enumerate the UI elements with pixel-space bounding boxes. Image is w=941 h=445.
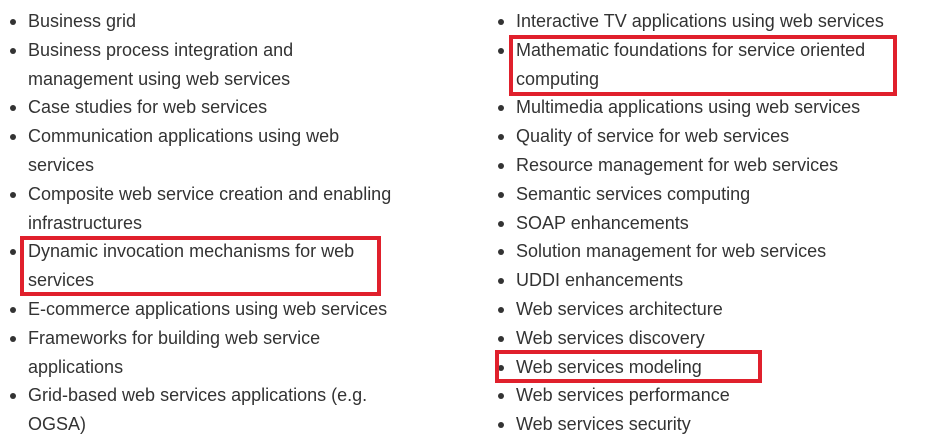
topic-item-web-services-modeling: Web services modeling: [498, 353, 918, 382]
bullet-dot: [498, 47, 504, 54]
bullet-dot: [10, 335, 16, 342]
topic-label: Dynamic invocation mechanisms for web se…: [28, 241, 355, 291]
topic-label: Composite web service creation and enabl…: [28, 183, 392, 233]
topic-item-quality-of-service: Quality of service for web services: [498, 122, 918, 151]
topic-label: Business process integration and managem…: [28, 39, 294, 89]
topic-item-solution-management: Solution management for web services: [498, 237, 918, 266]
bullet-dot: [10, 19, 16, 25]
right-topic-list: Interactive TV applications using web se…: [498, 7, 918, 439]
topic-label: Semantic services computing: [516, 183, 751, 204]
topic-item-dynamic-invocation: Dynamic invocation mechanisms for web se…: [10, 237, 373, 295]
bullet-dot: [498, 364, 504, 371]
topic-item-uddi-enhancements: UDDI enhancements: [498, 266, 918, 295]
bullet-dot: [10, 191, 16, 198]
topic-item-web-services-discovery: Web services discovery: [498, 324, 918, 353]
topic-item-web-services-architecture: Web services architecture: [498, 295, 918, 324]
topic-item-interactive-tv: Interactive TV applications using web se…: [498, 7, 918, 36]
topic-label: UDDI enhancements: [516, 270, 684, 291]
topic-item-grid-based: Grid-based web services applications (e.…: [10, 381, 408, 439]
topic-item-mathematic-foundations: Mathematic foundations for service orien…: [498, 36, 886, 94]
topic-label: E-commerce applications using web servic…: [28, 298, 388, 319]
topic-item-soap-enhancements: SOAP enhancements: [498, 209, 918, 238]
topic-label: Case studies for web services: [28, 97, 268, 118]
topic-label: Web services architecture: [516, 298, 723, 319]
topic-item-business-grid: Business grid: [10, 7, 418, 36]
topic-label: Web services modeling: [516, 356, 702, 377]
bullet-dot: [498, 220, 504, 227]
topic-item-business-process-integration: Business process integration and managem…: [10, 36, 328, 94]
topic-label: Frameworks for building web service appl…: [28, 327, 321, 377]
bullet-dot: [498, 306, 504, 313]
topic-label: Interactive TV applications using web se…: [516, 11, 884, 31]
topic-label: SOAP enhancements: [516, 212, 689, 233]
topic-label: Web services security: [516, 414, 691, 435]
topic-item-semantic-services: Semantic services computing: [498, 180, 918, 209]
bullet-dot: [498, 393, 504, 400]
bullet-dot: [10, 134, 16, 141]
topic-item-web-services-performance: Web services performance: [498, 381, 918, 410]
bullet-dot: [498, 422, 504, 429]
topic-item-frameworks: Frameworks for building web service appl…: [10, 324, 348, 382]
topic-label: Quality of service for web services: [516, 126, 790, 147]
topic-label: Solution management for web services: [516, 241, 827, 262]
topic-item-communication-applications: Communication applications using web ser…: [10, 122, 373, 180]
topic-item-case-studies: Case studies for web services: [10, 93, 418, 122]
bullet-dot: [10, 306, 16, 313]
topic-label: Grid-based web services applications (e.…: [28, 385, 368, 435]
bullet-dot: [10, 249, 16, 256]
left-topic-list: Business grid Business process integrati…: [10, 7, 410, 439]
bullet-dot: [498, 191, 504, 198]
bullet-dot: [498, 105, 504, 112]
topic-label: Web services performance: [516, 385, 730, 406]
topic-item-multimedia-applications: Multimedia applications using web servic…: [498, 93, 918, 122]
topic-label: Business grid: [28, 11, 137, 31]
bullet-dot: [498, 278, 504, 285]
bullet-dot: [498, 335, 504, 342]
topic-label: Multimedia applications using web servic…: [516, 97, 861, 118]
topic-label: Web services discovery: [516, 327, 705, 348]
topic-label: Resource management for web services: [516, 154, 839, 175]
bullet-dot: [498, 162, 504, 169]
bullet-dot: [498, 134, 504, 141]
topic-item-composite-web-service: Composite web service creation and enabl…: [10, 180, 418, 238]
bullet-dot: [10, 105, 16, 112]
bullet-dot: [498, 249, 504, 256]
topic-item-e-commerce: E-commerce applications using web servic…: [10, 295, 428, 324]
bullet-dot: [10, 47, 16, 54]
topic-label: Mathematic foundations for service orien…: [516, 39, 866, 89]
topic-label: Communication applications using web ser…: [28, 126, 340, 175]
topic-item-resource-management: Resource management for web services: [498, 151, 918, 180]
bullet-dot: [498, 19, 504, 25]
bullet-dot: [10, 393, 16, 400]
topic-item-web-services-security: Web services security: [498, 410, 918, 439]
